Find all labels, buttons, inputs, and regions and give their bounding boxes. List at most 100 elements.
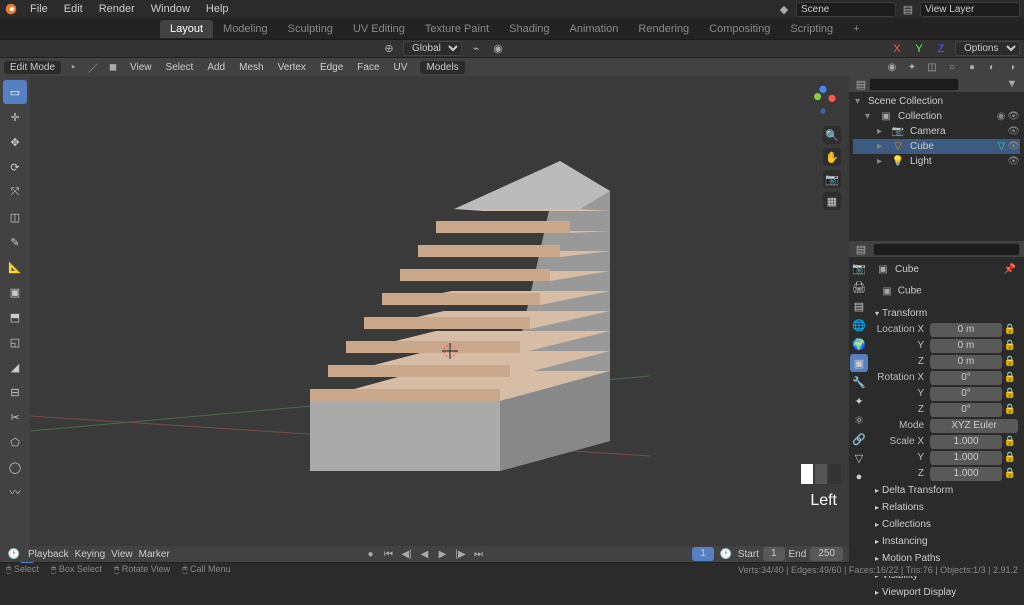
tab-layout[interactable]: Layout [160, 20, 213, 38]
nav-gizmo[interactable] [805, 84, 841, 120]
eye-icon[interactable]: 👁 [1007, 126, 1020, 137]
tab-shading[interactable]: Shading [499, 20, 559, 38]
orientation-select[interactable]: Global [403, 41, 462, 56]
locy-field[interactable]: 0 m [930, 339, 1002, 353]
tab-animation[interactable]: Animation [560, 20, 629, 38]
overlays-icon[interactable]: ◉ [884, 59, 900, 75]
lock-icon[interactable]: 🔒 [1002, 434, 1018, 450]
ptab-viewlayer[interactable]: ▤ [850, 297, 868, 315]
lock-icon[interactable]: 🔒 [1002, 386, 1018, 402]
tool-smooth[interactable]: 〰 [3, 480, 27, 504]
lock-icon[interactable]: 🔒 [1002, 322, 1018, 338]
tool-loopcut[interactable]: ⊟ [3, 380, 27, 404]
tool-annotate[interactable]: ✎ [3, 230, 27, 254]
locz-field[interactable]: 0 m [930, 355, 1002, 369]
playback-menu[interactable]: Playback [28, 549, 69, 560]
end-frame-field[interactable]: 250 [810, 547, 843, 561]
shading-wire-icon[interactable]: ○ [944, 59, 960, 75]
ptab-modifier[interactable]: 🔧 [850, 373, 868, 391]
tab-add[interactable]: + [843, 20, 869, 38]
ptab-output[interactable]: 🖨 [850, 278, 868, 296]
tab-scripting[interactable]: Scripting [780, 20, 843, 38]
scx-field[interactable]: 1.000 [930, 435, 1002, 449]
collection-row[interactable]: Collection [898, 111, 942, 122]
eye-icon[interactable]: 👁 [1007, 156, 1020, 167]
ptab-particles[interactable]: ✦ [850, 392, 868, 410]
menu-render[interactable]: Render [91, 1, 143, 17]
marker-menu[interactable]: Marker [139, 549, 170, 560]
ptab-world[interactable]: 🌍 [850, 335, 868, 353]
keyframe-prev-icon[interactable]: ◀| [399, 546, 415, 562]
face-select-icon[interactable]: ◼ [105, 59, 121, 75]
menu-edit[interactable]: Edit [56, 1, 91, 17]
rotx-field[interactable]: 0° [930, 371, 1002, 385]
options-dropdown[interactable]: Options [955, 41, 1020, 56]
ptab-scene[interactable]: 🌐 [850, 316, 868, 334]
light-row[interactable]: Light [910, 156, 932, 167]
axis-z-icon[interactable]: Z [933, 41, 949, 57]
axis-y-icon[interactable]: Y [911, 41, 927, 57]
tool-add-cube[interactable]: ▣ [3, 280, 27, 304]
collections-section[interactable]: Collections [875, 516, 1018, 533]
props-editor-icon[interactable]: ▤ [853, 241, 869, 257]
viewlayer-name-field[interactable] [920, 2, 1020, 17]
tool-knife[interactable]: ✂ [3, 405, 27, 429]
clock-icon[interactable]: 🕐 [718, 546, 734, 562]
edge-select-icon[interactable]: ／ [85, 59, 101, 75]
tab-modeling[interactable]: Modeling [213, 20, 278, 38]
delta-transform-section[interactable]: Delta Transform [875, 482, 1018, 499]
visibility-icon[interactable]: ◉ [997, 111, 1006, 122]
eye-icon[interactable]: 👁 [1007, 141, 1020, 152]
menu-mesh[interactable]: Mesh [234, 60, 268, 75]
menu-edge[interactable]: Edge [315, 60, 348, 75]
lock-icon[interactable]: 🔒 [1002, 338, 1018, 354]
tool-select-box[interactable]: ▭ [3, 80, 27, 104]
tool-scale[interactable]: ⤧ [3, 180, 27, 204]
roty-field[interactable]: 0° [930, 387, 1002, 401]
tool-cursor[interactable]: ✛ [3, 105, 27, 129]
tool-inset[interactable]: ◱ [3, 330, 27, 354]
mesh-data-icon[interactable]: ▽ [998, 141, 1006, 152]
perspective-toggle-icon[interactable]: ▦ [823, 192, 841, 210]
ptab-constraints[interactable]: 🔗 [850, 430, 868, 448]
jump-start-icon[interactable]: ⏮ [381, 546, 397, 562]
scene-name-field[interactable] [796, 2, 896, 17]
menu-window[interactable]: Window [143, 1, 198, 17]
menu-uv[interactable]: UV [389, 60, 413, 75]
instancing-section[interactable]: Instancing [875, 533, 1018, 550]
tool-spin[interactable]: ◯ [3, 455, 27, 479]
start-frame-field[interactable]: 1 [763, 547, 785, 561]
3d-viewport[interactable]: 🔍 ✋ 📷 ▦ Left [30, 76, 849, 546]
pan-hand-icon[interactable]: ✋ [823, 148, 841, 166]
camera-view-icon[interactable]: 📷 [823, 170, 841, 188]
scy-field[interactable]: 1.000 [930, 451, 1002, 465]
current-frame-field[interactable]: 1 [692, 547, 714, 561]
ptab-render[interactable]: 📷 [850, 259, 868, 277]
ptab-object[interactable]: ▣ [850, 354, 868, 372]
lock-icon[interactable]: 🔒 [1002, 370, 1018, 386]
keying-menu[interactable]: Keying [75, 549, 106, 560]
menu-select[interactable]: Select [161, 60, 199, 75]
shading-solid-icon[interactable]: ● [964, 59, 980, 75]
menu-file[interactable]: File [22, 1, 56, 17]
models-select[interactable]: Models [420, 61, 464, 74]
shading-rendered-icon[interactable]: ◑ [1004, 59, 1020, 75]
ptab-mesh[interactable]: ▽ [850, 449, 868, 467]
camera-row[interactable]: Camera [910, 126, 946, 137]
outliner-editor-icon[interactable]: ▤ [853, 76, 869, 92]
tab-rendering[interactable]: Rendering [628, 20, 699, 38]
locx-field[interactable]: 0 m [930, 323, 1002, 337]
menu-vertex[interactable]: Vertex [273, 60, 311, 75]
relations-section[interactable]: Relations [875, 499, 1018, 516]
keyframe-next-icon[interactable]: |▶ [453, 546, 469, 562]
view-menu[interactable]: View [111, 549, 133, 560]
lock-icon[interactable]: 🔒 [1002, 354, 1018, 370]
tool-polybuild[interactable]: ⬠ [3, 430, 27, 454]
proportional-edit-icon[interactable]: ◉ [490, 41, 506, 57]
timeline-editor-icon[interactable]: 🕐 [6, 546, 22, 562]
tool-measure[interactable]: 📐 [3, 255, 27, 279]
axis-x-icon[interactable]: X [889, 41, 905, 57]
rotmode-field[interactable]: XYZ Euler [930, 419, 1018, 433]
snap-toggle-icon[interactable]: ⌁ [468, 41, 484, 57]
lock-icon[interactable]: 🔒 [1002, 402, 1018, 418]
